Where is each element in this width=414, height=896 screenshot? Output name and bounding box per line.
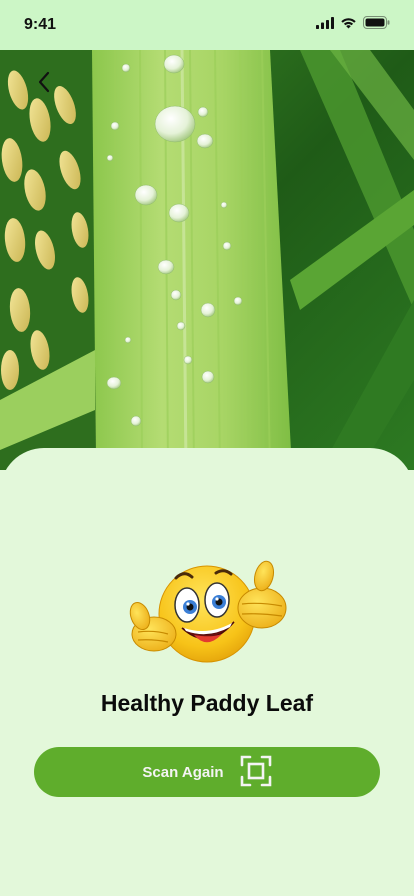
status-icons [316, 16, 390, 34]
scan-again-button[interactable]: Scan Again [34, 747, 380, 797]
scan-again-label: Scan Again [142, 763, 224, 781]
cellular-signal-icon [316, 16, 334, 34]
status-bar: 9:41 [0, 0, 414, 50]
paddy-leaf-photo [0, 50, 414, 470]
battery-icon [363, 16, 390, 34]
scan-frame-icon [240, 755, 272, 790]
result-sheet: Healthy Paddy Leaf Scan Again [0, 448, 414, 896]
back-button[interactable] [30, 70, 58, 98]
home-indicator [140, 883, 274, 888]
wifi-icon [340, 16, 357, 34]
result-title: Healthy Paddy Leaf [100, 690, 314, 716]
status-time: 9:41 [24, 16, 57, 33]
thumbs-up-emoji [124, 560, 290, 666]
chevron-left-icon [37, 71, 51, 98]
